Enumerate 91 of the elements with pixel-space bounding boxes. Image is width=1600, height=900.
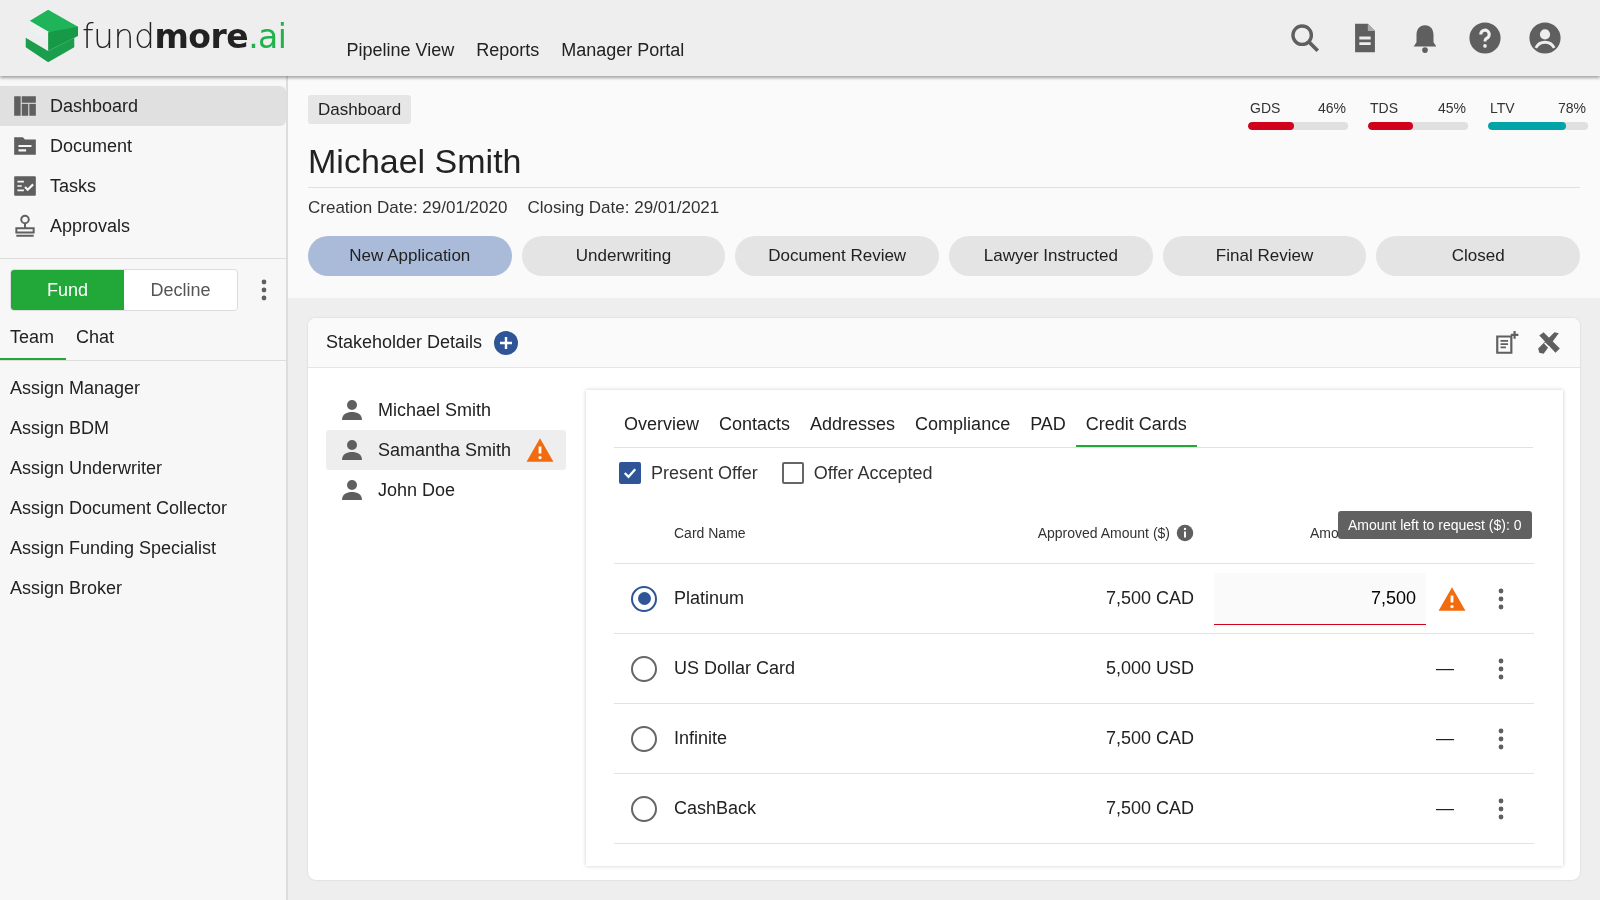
checkbox[interactable] xyxy=(781,462,804,484)
metric-label: TDS xyxy=(1370,100,1398,116)
card-title: Stakeholder Details xyxy=(326,332,483,353)
info-icon xyxy=(1176,523,1194,542)
column-header: Card Name xyxy=(674,524,747,541)
stakeholder-item[interactable]: John Doe xyxy=(326,470,566,510)
plus-icon xyxy=(494,330,519,355)
tooltip: Amount left to request ($): 0 xyxy=(1338,510,1532,539)
assign-link[interactable]: Assign Underwriter xyxy=(10,453,163,493)
table-cell: — xyxy=(1436,658,1454,679)
tab[interactable]: Credit Cards xyxy=(1075,404,1197,447)
person-icon xyxy=(340,478,364,502)
breadcrumb[interactable]: Dashboard xyxy=(308,95,412,124)
menu-item[interactable]: Approvals xyxy=(0,206,286,246)
table-cell-text: Platinum xyxy=(674,588,746,609)
more-icon xyxy=(261,279,267,301)
menu-item[interactable]: Tasks xyxy=(0,166,286,206)
table-cell: — xyxy=(1436,728,1454,749)
add-note-button[interactable] xyxy=(1494,329,1520,356)
table-cell-text: US Dollar Card xyxy=(674,658,797,679)
tab[interactable]: PAD xyxy=(1020,404,1076,447)
more-icon xyxy=(1498,727,1504,750)
column-header: Approved Amount ($) xyxy=(1037,524,1170,541)
tab[interactable]: Contacts xyxy=(709,404,801,447)
logo-text: fundmore.ai xyxy=(82,16,287,56)
note-add-icon xyxy=(1494,329,1520,356)
metric-value: 45% xyxy=(1437,100,1466,116)
tab[interactable]: Team xyxy=(0,317,66,360)
metric-label: GDS xyxy=(1250,100,1281,116)
nav-link[interactable]: Manager Portal xyxy=(561,39,685,61)
assign-link[interactable]: Assign Manager xyxy=(10,373,141,413)
stage-button[interactable]: Final Review xyxy=(1162,236,1367,276)
person-icon xyxy=(340,398,364,422)
tools-icon xyxy=(1536,329,1562,356)
metric-value: 46% xyxy=(1317,100,1346,116)
more-icon xyxy=(1498,587,1504,610)
tab[interactable]: Addresses xyxy=(800,404,906,447)
metric-label: LTV xyxy=(1490,100,1515,116)
metric-value: 78% xyxy=(1557,100,1586,116)
table-cell-text: CashBack xyxy=(674,798,758,819)
tab[interactable]: Chat xyxy=(66,317,125,360)
tools-button[interactable] xyxy=(1536,329,1562,356)
nav-link[interactable]: Reports xyxy=(476,39,540,61)
search-icon xyxy=(1288,21,1322,55)
menu-item[interactable]: Document xyxy=(0,126,286,166)
assign-link[interactable]: Assign Document Collector xyxy=(10,493,228,533)
assign-link[interactable]: Assign Funding Specialist xyxy=(10,533,217,573)
radio-button[interactable] xyxy=(631,725,657,752)
account-icon xyxy=(1528,21,1562,55)
stage-button[interactable]: Closed xyxy=(1376,236,1581,276)
tab[interactable]: Compliance xyxy=(905,404,1021,447)
checkbox-label: Present Offer xyxy=(651,462,758,484)
checklist-icon xyxy=(12,173,38,199)
table-cell-text: 5,000 USD xyxy=(1104,658,1194,679)
add-button[interactable] xyxy=(494,330,519,355)
amount-field[interactable]: 7,500 xyxy=(1214,572,1426,625)
nav-link[interactable]: Pipeline View xyxy=(346,39,455,61)
help-icon xyxy=(1468,21,1502,55)
person-icon xyxy=(340,438,364,462)
stage-button[interactable]: New Application xyxy=(308,236,512,276)
checkbox-label: Offer Accepted xyxy=(813,462,933,484)
more-icon xyxy=(1498,657,1504,680)
table-cell-text: 7,500 CAD xyxy=(1104,798,1194,819)
radio-button[interactable] xyxy=(631,795,657,822)
stakeholder-item[interactable]: Samantha Smith xyxy=(326,430,566,470)
toolbar-button[interactable] xyxy=(1468,21,1502,55)
stage-button[interactable]: Underwriting xyxy=(521,236,726,276)
tab[interactable]: Overview xyxy=(614,404,709,447)
radio-button[interactable] xyxy=(631,655,657,682)
more-icon xyxy=(1498,797,1504,820)
assign-link[interactable]: Assign BDM xyxy=(10,413,110,453)
stamp-icon xyxy=(12,213,38,239)
toolbar-button[interactable] xyxy=(1288,21,1322,55)
date-text: Creation Date: 29/01/2020 xyxy=(308,198,508,218)
radio-button[interactable] xyxy=(631,585,657,612)
stage-button[interactable]: Lawyer Instructed xyxy=(949,236,1153,276)
assign-link[interactable]: Assign Broker xyxy=(10,573,123,613)
dashboard-icon xyxy=(12,93,38,119)
client-name: Michael Smith xyxy=(308,142,1580,188)
date-text: Closing Date: 29/01/2021 xyxy=(527,198,720,218)
column-header: Amo xyxy=(1310,524,1339,541)
table-cell-text: 7,500 CAD xyxy=(1104,728,1194,749)
menu-item[interactable]: Dashboard xyxy=(0,86,286,126)
table-cell: — xyxy=(1436,798,1454,819)
toolbar-button[interactable] xyxy=(1528,21,1562,55)
checkbox[interactable] xyxy=(619,462,641,484)
table-cell-text: Infinite xyxy=(674,728,729,749)
stakeholder-item[interactable]: Michael Smith xyxy=(326,390,566,430)
stage-button[interactable]: Document Review xyxy=(735,236,939,276)
decline-button[interactable]: Decline xyxy=(124,270,237,310)
table-cell-text: 7,500 CAD xyxy=(1104,588,1194,609)
